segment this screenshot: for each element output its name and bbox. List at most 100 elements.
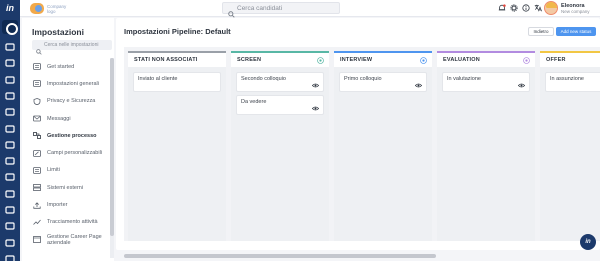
top-bar: Company logo Cerca candidati Eleonora Ne…	[20, 0, 600, 18]
page-icon	[33, 236, 41, 244]
home-icon[interactable]	[5, 43, 15, 51]
company-logo-icon	[30, 3, 44, 14]
search-icon	[228, 5, 235, 18]
pipeline-column: STATI NON ASSOCIATI Inviato al cliente	[128, 51, 226, 241]
company-brand[interactable]: Company logo	[30, 2, 73, 15]
visibility-eye-icon[interactable]	[312, 106, 319, 111]
folder-icon[interactable]	[5, 141, 15, 149]
app-logo[interactable]: in	[2, 3, 18, 14]
list-icon	[33, 167, 41, 174]
settings-title: Impostazioni	[32, 27, 84, 37]
info-icon[interactable]	[522, 4, 530, 12]
status-card[interactable]: In valutazione	[442, 72, 530, 92]
settings-menu: Get started Impostazioni generali Privacy …	[22, 58, 114, 248]
calendar-icon[interactable]	[5, 190, 15, 198]
edit-icon	[33, 149, 41, 157]
status-card-label: In assunzione	[550, 76, 584, 82]
column-settings-gear-icon[interactable]	[317, 57, 324, 64]
shield-icon	[33, 97, 41, 105]
topbar-icons	[498, 4, 542, 12]
settings-menu-item[interactable]: Gestione Career Page aziendale	[22, 231, 114, 248]
settings-gear-icon[interactable]	[510, 4, 518, 12]
calendar-icon[interactable]	[5, 222, 15, 230]
settings-scrollbar[interactable]	[110, 58, 114, 258]
server-icon	[33, 184, 41, 192]
settings-menu-item-label: Gestione processo	[47, 132, 97, 139]
pipeline-column-title: STATI NON ASSOCIATI	[134, 57, 198, 63]
status-card-label: In valutazione	[447, 76, 481, 82]
pipeline-column-header: EVALUATION	[437, 51, 535, 67]
candidate-search-input[interactable]: Cerca candidati	[222, 2, 340, 18]
app-rail: in	[0, 0, 20, 261]
pipeline-settings-card: Impostazioni Pipeline: Default Indietro …	[116, 18, 600, 250]
settings-menu-item[interactable]: Sistemi esterni	[22, 179, 114, 196]
status-card[interactable]: Da vedere	[236, 95, 324, 115]
mail-icon	[33, 115, 41, 122]
list-icon	[33, 63, 41, 71]
briefcase-icon[interactable]	[5, 124, 15, 133]
candidate-search-placeholder: Cerca candidati	[237, 5, 283, 12]
upload-icon	[33, 201, 41, 209]
settings-menu-item[interactable]: Privacy e Sicurezza	[22, 93, 114, 110]
column-settings-gear-icon[interactable]	[523, 57, 530, 64]
settings-menu-item[interactable]: Impostazioni generali	[22, 75, 114, 92]
settings-menu-item-label: Limiti	[47, 167, 60, 174]
status-card-label: Da vedere	[241, 99, 267, 105]
bank-icon[interactable]	[5, 108, 15, 116]
visibility-eye-icon[interactable]	[312, 83, 319, 88]
notification-bell-icon[interactable]	[498, 4, 506, 12]
track-icon	[33, 219, 41, 226]
person-icon[interactable]	[5, 75, 15, 84]
user-avatar[interactable]	[544, 1, 558, 15]
pipeline-column-title: EVALUATION	[443, 57, 480, 63]
pipeline-column-title: OFFER	[546, 57, 566, 63]
settings-menu-item-label: Tracciamento attività	[47, 219, 98, 226]
process-icon	[33, 132, 41, 140]
settings-menu-item[interactable]: Tracciamento attività	[22, 214, 114, 231]
settings-search-input[interactable]: Cerca nelle impostazioni	[32, 40, 112, 55]
rail-home-active[interactable]	[2, 20, 18, 35]
pipeline-column-header: STATI NON ASSOCIATI	[128, 51, 226, 67]
translate-icon[interactable]	[534, 4, 542, 12]
main-area: Impostazioni Pipeline: Default Indietro …	[116, 18, 600, 261]
settings-menu-item[interactable]: Messaggi	[22, 110, 114, 127]
list-icon	[33, 80, 41, 88]
visibility-eye-icon[interactable]	[415, 83, 422, 88]
chart-icon[interactable]	[5, 92, 15, 100]
status-card[interactable]: Inviato al cliente	[133, 72, 221, 92]
pipeline-column-header: OFFER	[540, 51, 600, 67]
settings-search-placeholder: Cerca nelle impostazioni	[44, 42, 99, 48]
back-button[interactable]: Indietro	[528, 27, 554, 36]
settings-menu-item[interactable]: Limiti	[22, 162, 114, 179]
company-logo-text: Company logo	[47, 4, 73, 14]
add-new-status-button[interactable]: Add new status	[556, 27, 596, 36]
settings-menu-item[interactable]: Importer	[22, 196, 114, 213]
visibility-eye-icon[interactable]	[518, 83, 525, 88]
pipeline-column: SCREEN Secondo colloquio Da vedere	[231, 51, 329, 241]
settings-menu-item[interactable]: Gestione processo	[22, 127, 114, 144]
settings-menu-item-label: Messaggi	[47, 115, 71, 122]
export-icon[interactable]	[5, 255, 15, 261]
settings-menu-item[interactable]: Get started	[22, 58, 114, 75]
settings-menu-item-label: Get started	[47, 63, 75, 70]
settings-scrollbar-thumb[interactable]	[110, 58, 114, 236]
column-settings-gear-icon[interactable]	[420, 57, 427, 64]
status-card[interactable]: Secondo colloquio	[236, 72, 324, 92]
mail-icon[interactable]	[5, 206, 15, 214]
page-title: Impostazioni Pipeline: Default	[124, 27, 231, 36]
settings-menu-item[interactable]: Campi personalizzabili	[22, 144, 114, 161]
truck-icon[interactable]	[5, 173, 15, 181]
board-horizontal-scrollbar[interactable]	[124, 254, 436, 258]
status-card[interactable]: In assunzione	[545, 72, 600, 92]
pipeline-column-title: INTERVIEW	[340, 57, 373, 63]
status-card-label: Secondo colloquio	[241, 76, 286, 82]
calendar-icon[interactable]	[5, 238, 15, 247]
users-icon[interactable]	[5, 59, 15, 67]
alert-icon[interactable]	[5, 157, 15, 165]
pipeline-column-title: SCREEN	[237, 57, 262, 63]
chat-launcher-button[interactable]: in	[580, 234, 596, 250]
user-menu[interactable]: Eleonora New company	[544, 1, 590, 15]
pipeline-column: EVALUATION In valutazione	[437, 51, 535, 241]
status-card[interactable]: Primo colloquio	[339, 72, 427, 92]
settings-menu-item-label: Gestione Career Page aziendale	[47, 233, 102, 246]
